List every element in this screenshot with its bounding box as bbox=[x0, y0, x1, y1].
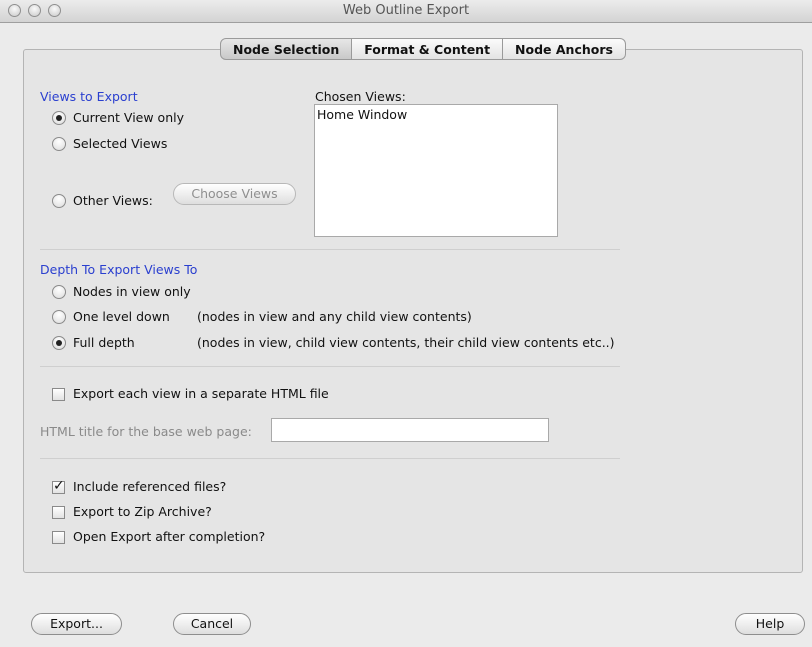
full-depth-label[interactable]: Full depth bbox=[73, 335, 135, 350]
window-title: Web Outline Export bbox=[342, 3, 470, 18]
current-view-only-label[interactable]: Current View only bbox=[73, 110, 184, 125]
current-view-only-radio[interactable] bbox=[52, 111, 66, 125]
title-bar: Web Outline Export bbox=[0, 0, 812, 23]
divider bbox=[40, 366, 620, 367]
one-level-down-note: (nodes in view and any child view conten… bbox=[197, 309, 472, 324]
include-referenced-files-checkbox[interactable] bbox=[52, 478, 65, 494]
separate-html-file-label[interactable]: Export each view in a separate HTML file bbox=[73, 386, 329, 401]
selected-views-label[interactable]: Selected Views bbox=[73, 136, 167, 151]
choose-views-button[interactable]: Choose Views bbox=[173, 183, 296, 205]
nodes-in-view-only-label[interactable]: Nodes in view only bbox=[73, 284, 191, 299]
other-views-radio[interactable] bbox=[52, 194, 66, 208]
list-item[interactable]: Home Window bbox=[317, 107, 407, 122]
divider bbox=[40, 458, 620, 459]
tab-format-content[interactable]: Format & Content bbox=[352, 38, 504, 60]
tab-bar: Node Selection Format & Content Node Anc… bbox=[220, 38, 626, 60]
full-depth-radio[interactable] bbox=[52, 336, 66, 350]
views-to-export-heading: Views to Export bbox=[40, 89, 138, 104]
selected-views-radio[interactable] bbox=[52, 137, 66, 151]
chosen-views-label: Chosen Views: bbox=[315, 89, 406, 104]
other-views-label[interactable]: Other Views: bbox=[73, 193, 153, 208]
html-title-field[interactable] bbox=[271, 418, 549, 442]
chosen-views-list[interactable]: Home Window bbox=[314, 104, 558, 237]
export-zip-label[interactable]: Export to Zip Archive? bbox=[73, 504, 212, 519]
cancel-button[interactable]: Cancel bbox=[173, 613, 251, 635]
one-level-down-label[interactable]: One level down bbox=[73, 309, 170, 324]
depth-heading: Depth To Export Views To bbox=[40, 262, 198, 277]
html-title-label: HTML title for the base web page: bbox=[40, 424, 252, 439]
export-zip-checkbox[interactable] bbox=[52, 506, 65, 519]
nodes-in-view-only-radio[interactable] bbox=[52, 285, 66, 299]
divider bbox=[40, 249, 620, 250]
full-depth-note: (nodes in view, child view contents, the… bbox=[197, 335, 615, 350]
open-after-export-checkbox[interactable] bbox=[52, 531, 65, 544]
tab-node-anchors[interactable]: Node Anchors bbox=[503, 38, 626, 60]
include-referenced-files-label[interactable]: Include referenced files? bbox=[73, 479, 226, 494]
open-after-export-label[interactable]: Open Export after completion? bbox=[73, 529, 265, 544]
one-level-down-radio[interactable] bbox=[52, 310, 66, 324]
export-button[interactable]: Export... bbox=[31, 613, 122, 635]
tab-node-selection[interactable]: Node Selection bbox=[220, 38, 353, 60]
help-button[interactable]: Help bbox=[735, 613, 805, 635]
separate-html-file-checkbox[interactable] bbox=[52, 388, 65, 401]
